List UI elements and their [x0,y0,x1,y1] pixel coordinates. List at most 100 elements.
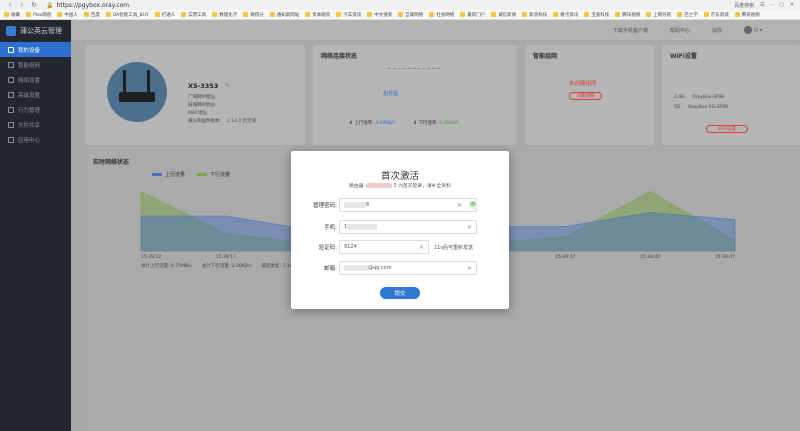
bookmark-item[interactable]: 看点资讯 [553,12,578,18]
sidebar-item-label: 智能组网 [18,62,41,69]
bookmark-item[interactable]: 巴士学 [677,12,698,18]
folder-icon [154,12,160,17]
folder-icon [83,12,89,17]
eye-icon[interactable]: 👁 [468,201,478,209]
search-hint[interactable]: 百度搜索 [734,2,754,9]
bookmark-item[interactable]: 实用工具 [181,12,206,18]
forward-icon[interactable]: › [18,1,26,9]
password-input[interactable]: 8 ✕ 👁 [339,198,478,212]
browser-toolbar-right: 百度搜索 ☰ – □ ✕ [734,2,794,9]
folder-icon [615,12,621,17]
upload-arrow-icon: ⬆ [349,121,353,126]
sidebar-item-label: 应用中心 [18,137,41,144]
topbar-download-link[interactable]: 下载手机客户端 [613,27,648,34]
folder-icon [522,12,528,17]
folder-icon [553,12,559,17]
folder-icon [305,12,311,17]
behavior-management-icon [8,106,14,113]
topbar-help-link[interactable]: 帮助中心 [670,27,690,34]
sidebar-item-app-center[interactable]: 应用中心 [0,132,71,147]
bookmark-item[interactable]: 宝盖科技 [584,12,609,18]
email-label: 邮箱: [324,266,337,272]
bookmark-item[interactable]: OA智能工具_BUY [105,12,149,18]
bookmark-item[interactable]: 社会网络 [429,12,454,18]
maximize-icon[interactable]: □ [779,2,784,8]
folder-icon [181,12,187,17]
bookmark-item[interactable]: Plex网盘 [26,12,51,18]
topbar-messages-link[interactable]: 消息 [712,27,722,34]
folder-icon [26,12,31,17]
x-tick-label: 15:39:12 [141,254,161,260]
bookmark-item[interactable]: 微积分 [243,12,264,18]
create-network-button[interactable]: 创建组网 [569,92,602,100]
user-menu[interactable]: sl ▾ [743,26,762,34]
phone-input[interactable]: 1 ✕ [339,220,477,234]
bookmark-item[interactable]: 资本融资 [305,12,330,18]
bookmark-item[interactable]: 通知类网站 [269,12,299,18]
folder-icon [336,12,342,17]
bookmark-item[interactable]: 中文搜索 [367,12,392,18]
device-wan-row: 广域网IP地址: [188,95,217,100]
network-settings-icon [8,76,14,83]
bookmark-item[interactable]: 打通人 [154,12,175,18]
folder-icon [703,12,709,17]
file-sharing-icon [8,121,14,128]
device-firmware-row: 蒲公英固件版本: 2.14.0 稳定版 [188,119,257,124]
email-input[interactable]: @qq.com ✕ [339,261,477,275]
url-field[interactable]: 🔒 https://pgybox.oray.com [42,1,302,9]
wifi-5g-row: 5G: OrayBox-5G-3F98 [674,105,728,110]
sidebar-item-network-settings[interactable]: 网络设置 [0,72,71,87]
folder-icon [212,12,218,17]
advanced-settings-icon [8,91,14,98]
bookmark-item[interactable]: 数理化学 [212,12,237,18]
dialog-subtitle: 路由器 3 为首次登录，请补全资料 [349,183,451,189]
url-text: https://pgybox.oray.com [56,1,130,9]
sidebar-item-label: 高级设置 [18,92,41,99]
refresh-icon[interactable]: ↻ [30,1,38,9]
bookmark-item[interactable]: 最新门户 [460,12,485,18]
bookmark-item[interactable]: 汽车资讯 [336,12,361,18]
topology-link[interactable]: 拓扑图 [383,90,398,97]
sidebar-item-behavior-management[interactable]: 行为管理 [0,102,71,117]
code-input[interactable]: 9124 ✕ 11s后可重新发送 [339,240,473,254]
bookmark-item[interactable]: 诚信新闻 [491,12,516,18]
back-icon[interactable]: ‹ [6,1,14,9]
top-bar: 下载手机客户端 帮助中心 消息 sl ▾ [71,20,800,40]
bookmarks-bar: 收藏 Plex网盘 中国人 百度 OA智能工具_BUY 打通人 实用工具 数理化学 微积分 通知类… [0,10,800,20]
sidebar-item-devices[interactable]: 我的设备 [0,42,71,57]
folder-icon [491,12,497,17]
submit-button[interactable]: 提交 [380,287,420,299]
clear-icon[interactable]: ✕ [419,244,424,251]
wifi-24g-row: 2.4G: OrayBox-3F98 [674,95,725,100]
sidebar-item-smart-network[interactable]: 智能组网 [0,57,71,72]
sidebar-item-label: 网络设置 [18,77,41,84]
wifi-settings-button[interactable]: WiFi设置 [706,125,748,133]
sidebar-item-advanced-settings[interactable]: 高级设置 [0,87,71,102]
bookmark-item[interactable]: 中国人 [57,12,78,18]
network-diagram [388,68,440,82]
clear-icon[interactable]: ✕ [467,224,472,231]
bookmark-item[interactable]: 腾讯视频 [734,12,760,18]
bookmark-item[interactable]: 百度 [83,12,100,18]
minimize-icon[interactable]: – [771,2,774,8]
bookmark-item[interactable]: 京东商城 [703,12,729,18]
brand-name: 蒲公英云管理 [20,27,62,35]
bookmark-item[interactable]: 上网导航 [646,12,671,18]
menu-icon[interactable]: ☰ [760,2,764,8]
clear-icon[interactable]: ✕ [467,265,472,272]
close-icon[interactable]: ✕ [790,2,794,8]
clear-icon[interactable]: ✕ [457,202,462,209]
bookmark-item[interactable]: 腾讯视频 [615,12,640,18]
x-tick-label: 15:39:37 [555,254,575,260]
device-card: X5-3353 ✎ 广域网IP地址: 局域网IP地址: MAC地址: 蒲公英固件… [85,45,305,145]
bookmark-item[interactable]: 收藏 [4,12,20,18]
app-center-icon [8,136,14,143]
bookmark-item[interactable]: 互联网络 [398,12,423,18]
password-label: 管理密码: [313,203,337,209]
sidebar-item-file-sharing[interactable]: 文件共享 [0,117,71,132]
device-lan-row: 局域网IP地址: [188,103,217,108]
bookmark-item[interactable]: 新浪科技 [522,12,547,18]
edit-icon[interactable]: ✎ [225,82,230,89]
folder-icon [367,12,373,17]
sidebar-item-label: 行为管理 [18,107,41,114]
